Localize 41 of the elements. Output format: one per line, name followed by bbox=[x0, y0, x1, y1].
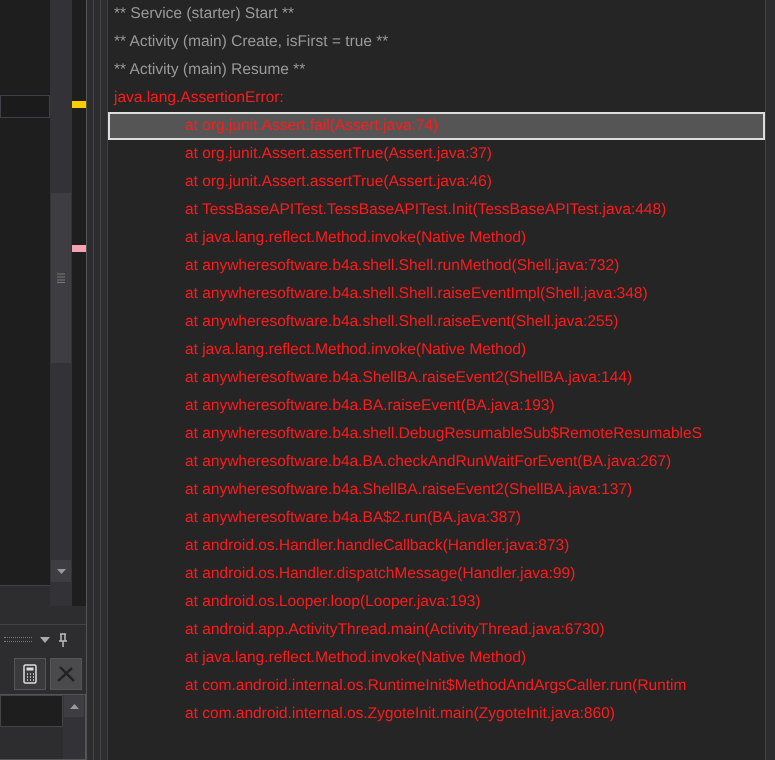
log-line[interactable]: at anywheresoftware.b4a.ShellBA.raiseEvent2(ShellBA.java:144) bbox=[108, 364, 765, 392]
log-line[interactable]: ** Service (starter) Start ** bbox=[108, 0, 765, 28]
log-line[interactable]: at android.app.ActivityThread.main(ActivityThread.java:6730) bbox=[108, 616, 765, 644]
scroll-up-button[interactable] bbox=[64, 695, 84, 717]
log-line[interactable]: at java.lang.reflect.Method.invoke(Native Method) bbox=[108, 644, 765, 672]
log-line[interactable]: ** Activity (main) Create, isFirst = true ** bbox=[108, 28, 765, 56]
calculator-icon bbox=[23, 664, 37, 684]
grip-icon bbox=[57, 273, 65, 283]
log-line[interactable]: at android.os.Handler.handleCallback(Handler.java:873) bbox=[108, 532, 765, 560]
up-arrow-icon bbox=[70, 704, 78, 708]
pin-icon bbox=[58, 632, 68, 646]
log-line[interactable]: at anywheresoftware.b4a.shell.Shell.raiseEventImpl(Shell.java:348) bbox=[108, 280, 765, 308]
log-line[interactable]: at anywheresoftware.b4a.BA$2.run(BA.java:387) bbox=[108, 504, 765, 532]
scrollbar-thumb[interactable] bbox=[51, 193, 71, 363]
log-line[interactable]: java.lang.AssertionError: bbox=[108, 84, 765, 112]
error-marker bbox=[72, 245, 86, 252]
input-field[interactable] bbox=[0, 95, 50, 118]
warning-marker bbox=[72, 101, 86, 108]
log-line[interactable]: at org.junit.Assert.assertTrue(Assert.java:46) bbox=[108, 168, 765, 196]
log-line[interactable]: at anywheresoftware.b4a.shell.Shell.runMethod(Shell.java:732) bbox=[108, 252, 765, 280]
log-line[interactable]: at anywheresoftware.b4a.BA.checkAndRunWaitForEvent(BA.java:267) bbox=[108, 448, 765, 476]
log-line[interactable]: at android.os.Handler.dispatchMessage(Handler.java:99) bbox=[108, 560, 765, 588]
log-line[interactable]: at anywheresoftware.b4a.shell.Shell.raiseEvent(Shell.java:255) bbox=[108, 308, 765, 336]
input-field[interactable] bbox=[0, 695, 63, 727]
log-line[interactable]: at com.android.internal.os.ZygoteInit.main(ZygoteInit.java:860) bbox=[108, 700, 765, 728]
scroll-down-button[interactable] bbox=[51, 560, 71, 582]
log-line[interactable]: at TessBaseAPITest.TessBaseAPITest.Init(TessBaseAPITest.java:448) bbox=[108, 196, 765, 224]
log-line[interactable]: at anywheresoftware.b4a.BA.raiseEvent(BA.java:193) bbox=[108, 392, 765, 420]
log-line[interactable]: at android.os.Looper.loop(Looper.java:193) bbox=[108, 588, 765, 616]
log-line[interactable]: at anywheresoftware.b4a.shell.DebugResumableSub$RemoteResumableS bbox=[108, 420, 765, 448]
crossed-tools-icon bbox=[56, 665, 76, 683]
log-line[interactable]: at org.junit.Assert.assertTrue(Assert.java:37) bbox=[108, 140, 765, 168]
grip-drawing bbox=[4, 637, 32, 642]
calculator-button[interactable] bbox=[14, 658, 46, 690]
log-line[interactable]: at java.lang.reflect.Method.invoke(Native Method) bbox=[108, 224, 765, 252]
log-line[interactable]: at com.android.internal.os.RuntimeInit$MethodAndArgsCaller.run(Runtim bbox=[108, 672, 765, 700]
down-arrow-icon bbox=[56, 568, 66, 574]
log-line[interactable]: at java.lang.reflect.Method.invoke(Native Method) bbox=[108, 336, 765, 364]
caret-icon bbox=[40, 636, 50, 642]
log-line[interactable]: at anywheresoftware.b4a.ShellBA.raiseEvent2(ShellBA.java:137) bbox=[108, 476, 765, 504]
log-line[interactable]: ** Activity (main) Resume ** bbox=[108, 56, 765, 84]
